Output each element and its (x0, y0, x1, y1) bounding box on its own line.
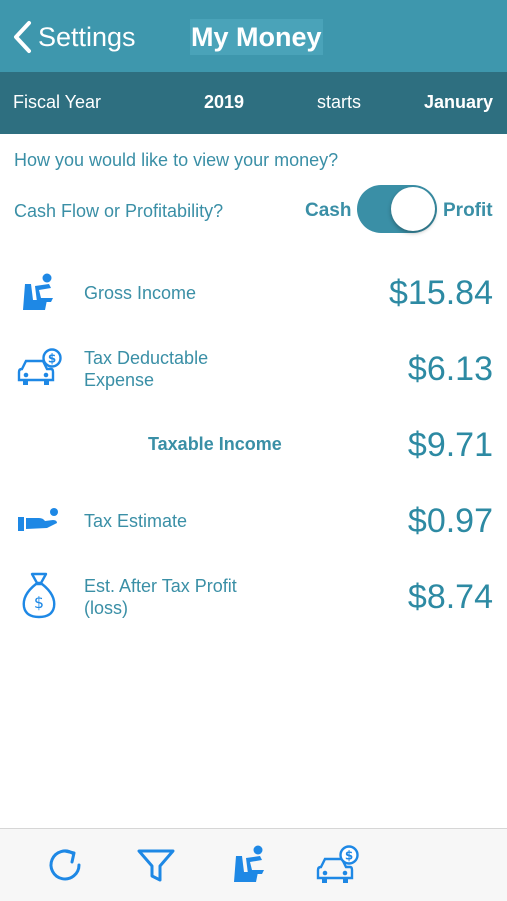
expense-row[interactable]: $ Tax Deductable Expense $6.13 (0, 339, 507, 399)
refresh-icon (49, 849, 81, 881)
fiscal-starts-label: starts (317, 92, 362, 112)
back-button[interactable]: Settings (12, 18, 136, 56)
after-tax-profit-label: Est. After Tax Profit (loss) (84, 576, 237, 618)
seated-person-icon (17, 272, 61, 314)
cash-option-label[interactable]: Cash (305, 200, 351, 222)
car-dollar-icon: $ (316, 845, 359, 883)
svg-text:$: $ (34, 593, 44, 612)
taxable-income-label: Taxable Income (148, 434, 282, 454)
svg-text:$: $ (345, 849, 353, 863)
after-tax-profit-row[interactable]: $ Est. After Tax Profit (loss) $8.74 (0, 567, 507, 627)
back-label: Settings (38, 21, 136, 52)
after-tax-profit-value: $8.74 (407, 578, 493, 616)
fiscal-year-bar[interactable]: Fiscal Year 2019 starts January (0, 72, 507, 134)
fiscal-start-month[interactable]: January (424, 92, 493, 113)
tax-estimate-value: $0.97 (407, 502, 493, 540)
cash-profit-toggle[interactable] (357, 185, 437, 233)
money-bag-icon: $ (20, 571, 58, 619)
filter-icon (137, 849, 175, 882)
chevron-left-icon (14, 21, 31, 53)
gross-income-row[interactable]: Gross Income $15.84 (0, 263, 507, 323)
taxable-income-value: $9.71 (407, 426, 493, 464)
hand-coin-icon (17, 507, 61, 533)
gross-income-value: $15.84 (389, 274, 493, 312)
car-dollar-icon: $ (17, 347, 63, 389)
view-question: How you would like to view your money? (14, 150, 339, 170)
svg-text:$: $ (48, 352, 56, 366)
income-tab[interactable] (227, 843, 271, 887)
refresh-tab[interactable] (43, 843, 87, 887)
tax-estimate-row[interactable]: Tax Estimate $0.97 (0, 491, 507, 551)
tax-estimate-label: Tax Estimate (84, 511, 188, 531)
toggle-knob (391, 187, 435, 231)
fiscal-year-label: Fiscal Year (13, 92, 102, 112)
filter-tab[interactable] (134, 843, 178, 887)
navigation-bar: Settings My Money (0, 0, 507, 72)
fiscal-year-value[interactable]: 2019 (204, 92, 244, 113)
taxable-income-row: Taxable Income $9.71 (0, 415, 507, 475)
tab-bar: $ (0, 828, 507, 901)
expense-value: $6.13 (407, 350, 493, 388)
seated-person-icon (234, 845, 264, 882)
view-mode-row: Cash Flow or Profitability? Cash Profit (0, 184, 507, 236)
gross-income-label: Gross Income (84, 283, 197, 303)
profit-option-label[interactable]: Profit (443, 200, 493, 222)
view-mode-question: Cash Flow or Profitability? (14, 201, 224, 221)
expense-tab[interactable]: $ (316, 843, 362, 887)
page-title: My Money (190, 19, 323, 55)
expense-label: Tax Deductable Expense (84, 348, 209, 390)
